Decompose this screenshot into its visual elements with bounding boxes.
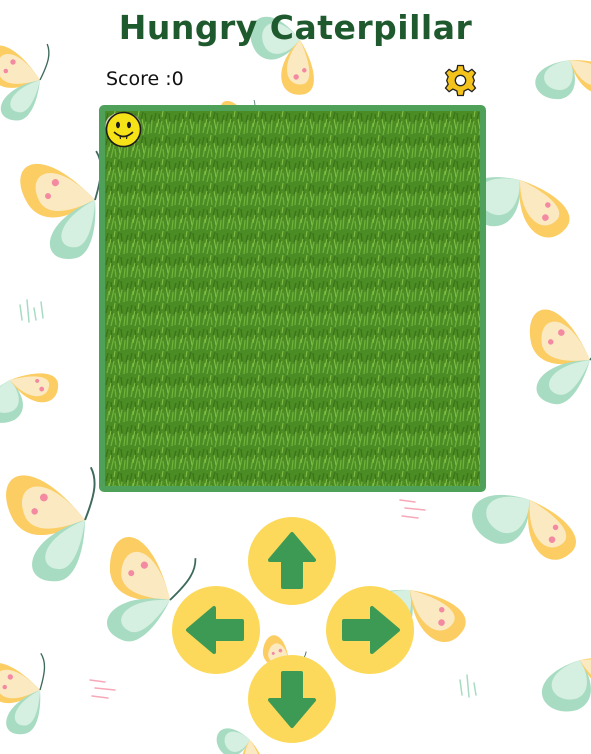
score-display: Score : 0 <box>106 68 184 90</box>
arrow-right-icon <box>342 606 400 654</box>
settings-button[interactable] <box>444 64 477 97</box>
score-label: Score : <box>106 68 172 90</box>
score-value: 0 <box>171 68 184 90</box>
game-board[interactable] <box>99 105 486 492</box>
arrow-down-icon <box>268 671 316 728</box>
move-left-button[interactable] <box>172 586 260 674</box>
smiley-face-icon <box>105 111 142 148</box>
gear-icon <box>444 64 477 97</box>
move-up-button[interactable] <box>248 517 336 605</box>
move-right-button[interactable] <box>326 586 414 674</box>
move-down-button[interactable] <box>248 655 336 743</box>
arrow-up-icon <box>268 532 316 589</box>
grass-texture <box>105 111 480 486</box>
arrow-left-icon <box>186 606 244 654</box>
game-title: Hungry Caterpillar <box>118 8 473 47</box>
